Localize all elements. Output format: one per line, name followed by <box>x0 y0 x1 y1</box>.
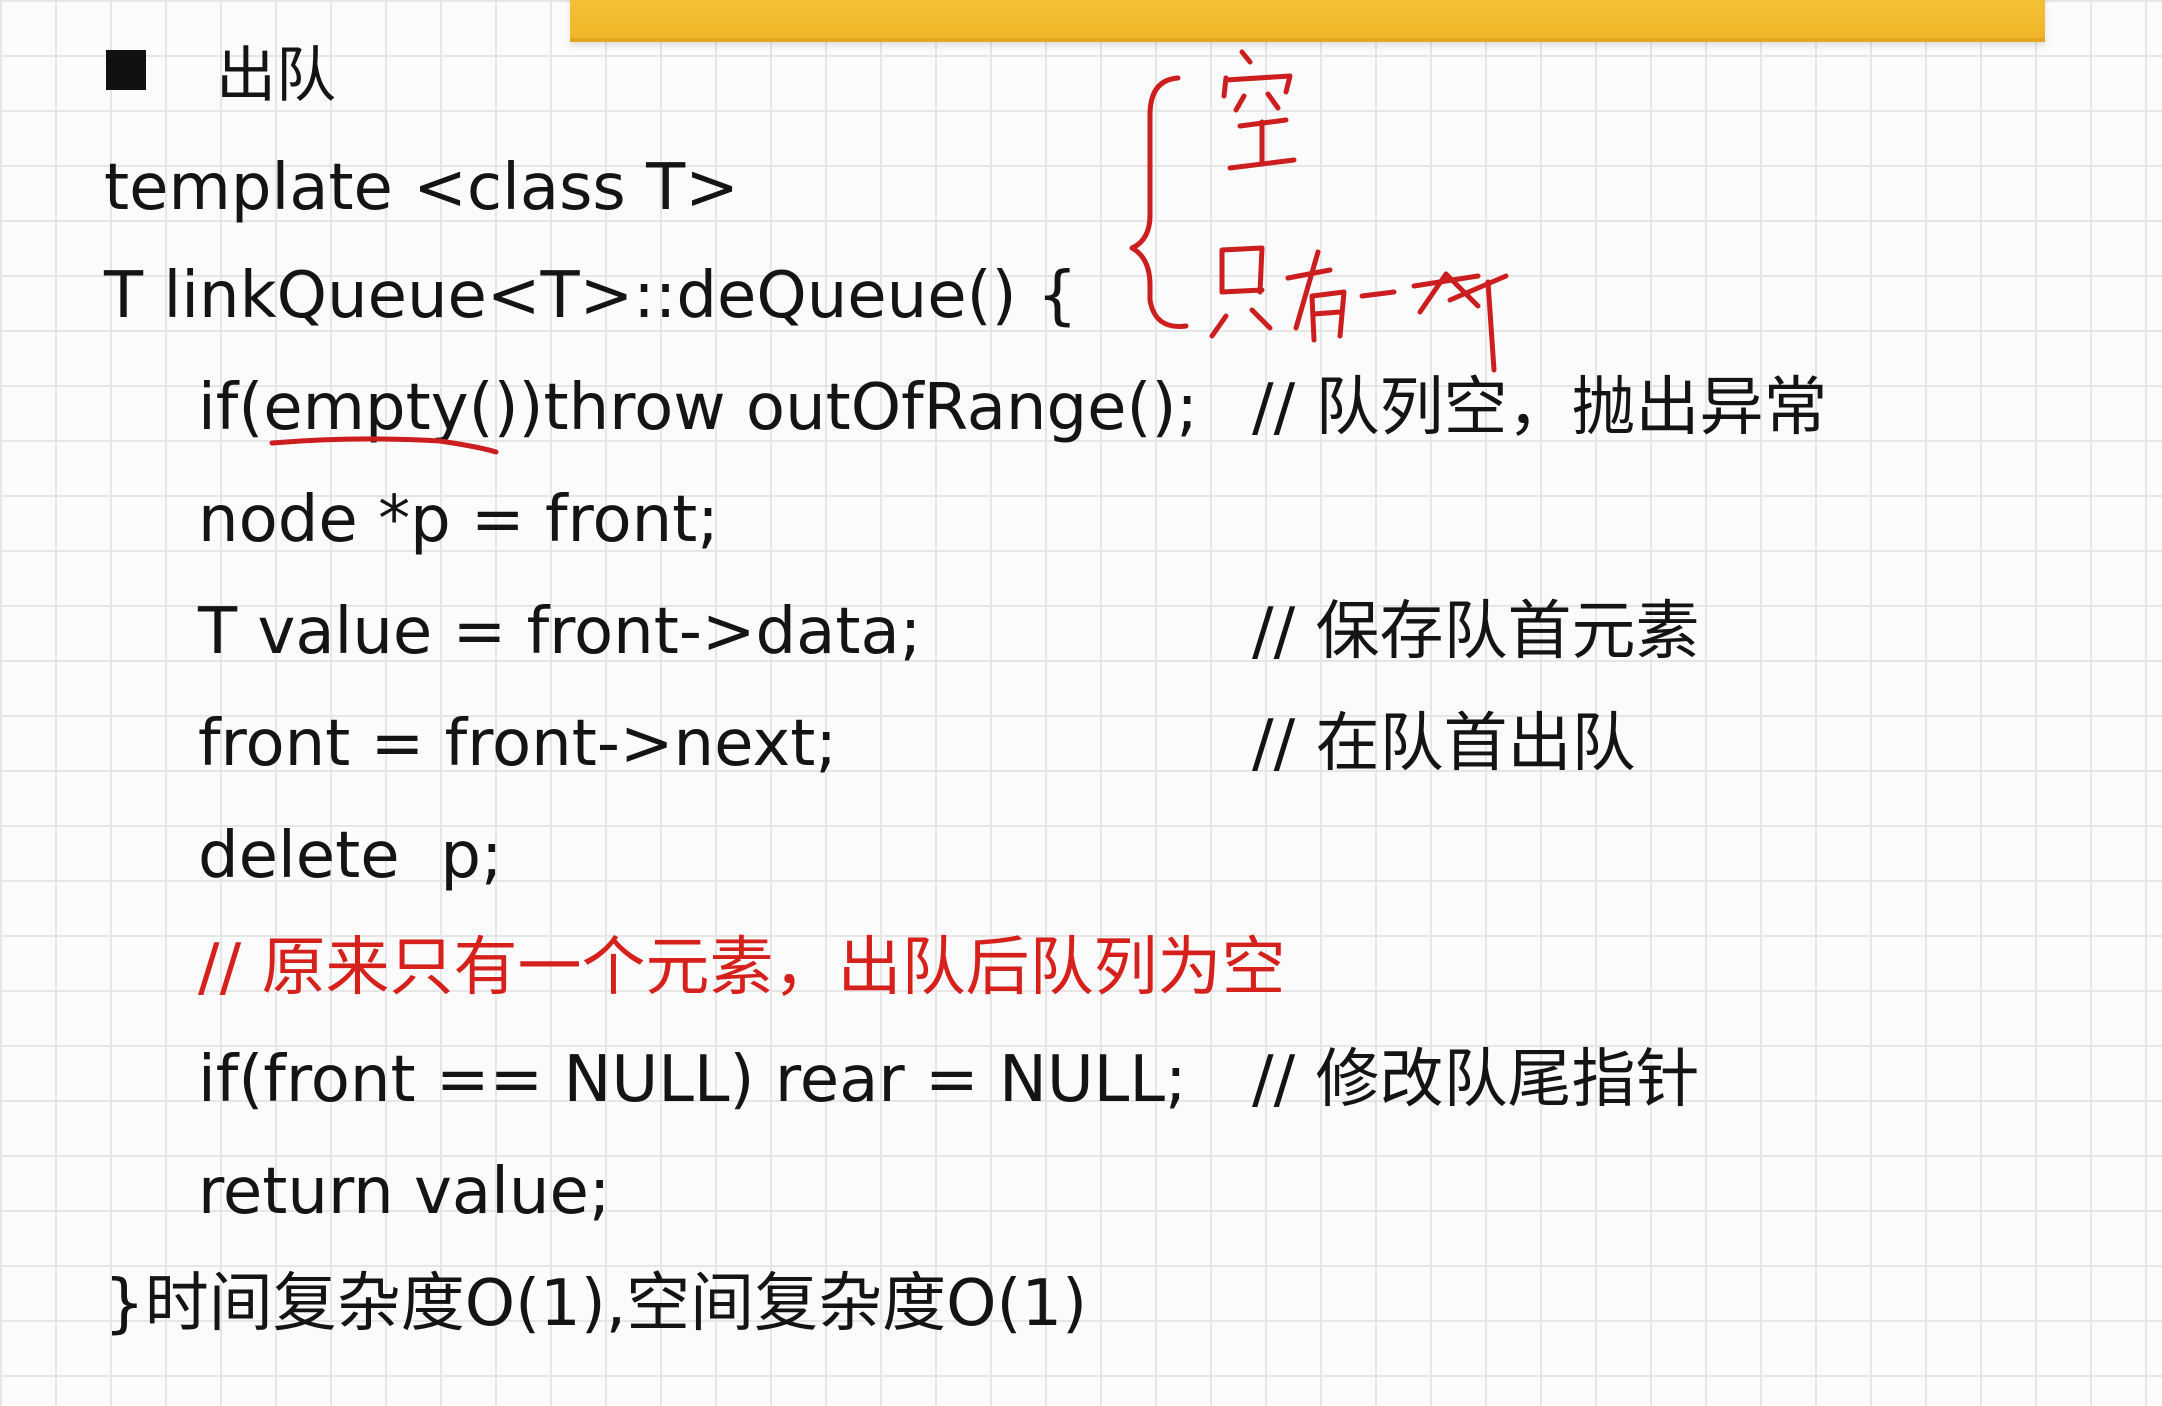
handwritten-char-kong <box>1221 49 1297 171</box>
handwritten-annotations <box>269 49 1509 455</box>
underline-empty <box>269 436 499 455</box>
handwritten-phrase-zhiyouyige <box>1209 245 1509 373</box>
curly-brace <box>1129 75 1189 329</box>
